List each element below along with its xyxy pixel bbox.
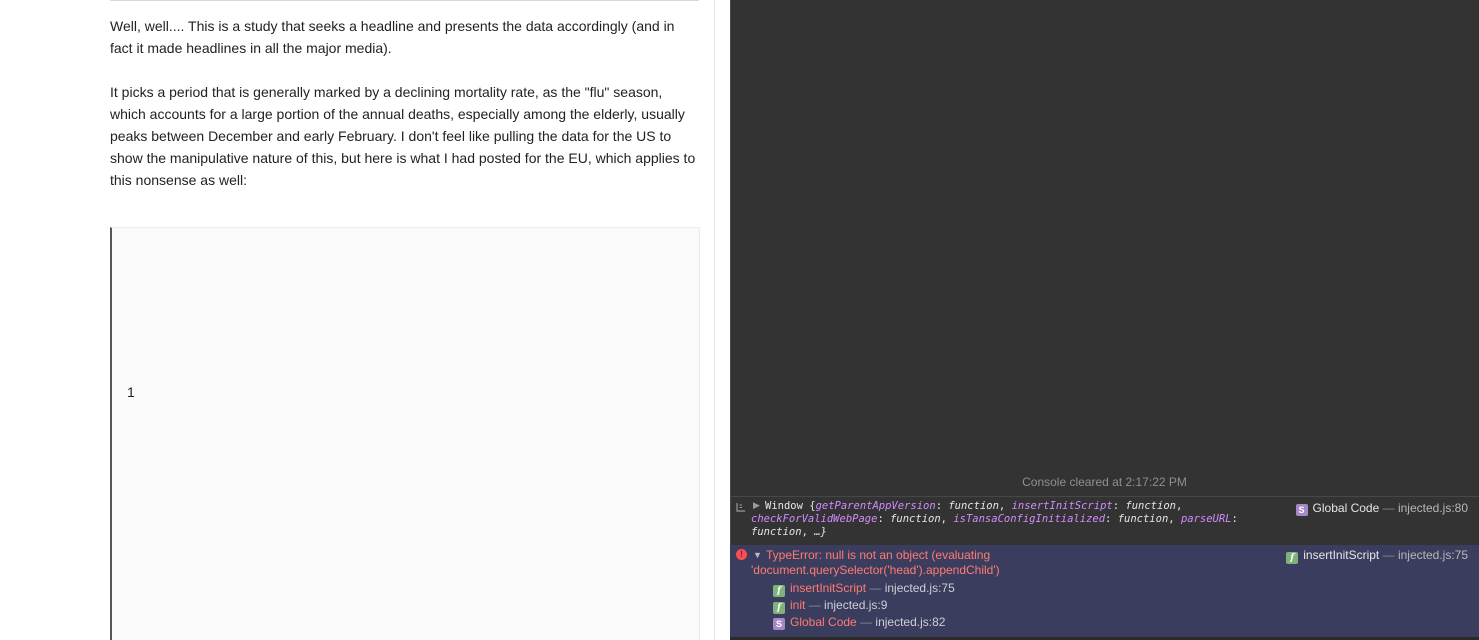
source-location: injected.js:80 <box>1397 501 1468 515</box>
devtools-panel: Console cleared at 2:17:22 PM ▶ Window {… <box>715 0 1479 640</box>
frame-location: injected.js:75 <box>884 581 955 595</box>
function-icon: f <box>773 585 785 597</box>
log-prop-name: insertInitScript <box>1011 500 1113 512</box>
log-prop-value: function <box>751 526 802 538</box>
log-prop-value: function <box>890 513 941 525</box>
console-cleared-message: Console cleared at 2:17:22 PM <box>1022 475 1187 489</box>
console-area: Console cleared at 2:17:22 PM ▶ Window {… <box>730 0 1479 640</box>
frame-location: injected.js:9 <box>824 598 888 612</box>
article-paragraph-2: It picks a period that is generally mark… <box>110 84 696 188</box>
source-separator: — <box>1382 548 1395 562</box>
console-edge <box>730 0 731 640</box>
source-name: Global Code <box>1312 501 1380 515</box>
source-name: insertInitScript <box>1303 548 1380 562</box>
frame-location: injected.js:82 <box>875 615 946 629</box>
top-divider <box>110 0 699 1</box>
log-output-icon <box>736 503 745 512</box>
stack-frame[interactable]: f init — injected.js:9 <box>773 598 887 614</box>
console-error-entry[interactable]: ! ▼ TypeError: null is not an object (ev… <box>730 545 1479 640</box>
article-paragraph-1: Well, well.... This is a study that seek… <box>110 18 675 56</box>
log-prop-value: function <box>1117 513 1169 525</box>
frame-separator: — <box>808 598 821 612</box>
stack-frame[interactable]: f insertInitScript — injected.js:75 <box>773 581 955 597</box>
frame-separator: — <box>860 615 873 629</box>
frame-name: Global Code <box>790 615 857 629</box>
embedded-quote-block[interactable]: 1 <box>110 227 700 640</box>
window-object-log: Window {getParentAppVersion: function, i… <box>751 500 1238 538</box>
source-separator: — <box>1382 501 1395 515</box>
log-prop-name: parseURL <box>1180 513 1232 525</box>
log-prefix: Window { <box>765 500 816 512</box>
frame-name: insertInitScript <box>790 581 867 595</box>
console-log-entry[interactable]: ▶ Window {getParentAppVersion: function,… <box>730 496 1479 544</box>
embed-line-number: 1 <box>127 384 135 400</box>
global-code-icon: S <box>773 618 785 630</box>
global-code-icon: S <box>1295 504 1308 516</box>
log-source-link[interactable]: S Global Code — injected.js:80 <box>1295 501 1468 516</box>
error-source-link[interactable]: f insertInitScript — injected.js:75 <box>1286 548 1468 564</box>
error-icon: ! <box>736 549 747 560</box>
log-prop-name: isTansaConfigInitialized <box>953 513 1106 525</box>
web-page: Well, well.... This is a study that seek… <box>0 0 715 640</box>
frame-name: init <box>790 598 806 612</box>
frame-separator: — <box>869 581 882 595</box>
error-message: TypeError: null is not an object (evalua… <box>751 548 1000 577</box>
log-prop-name: checkForValidWebPage <box>751 513 878 525</box>
source-location: injected.js:75 <box>1397 548 1468 562</box>
function-icon: f <box>773 602 785 614</box>
log-prop-name: getParentAppVersion <box>815 500 936 512</box>
log-prop-value: function <box>948 500 999 512</box>
log-prop-value: function <box>1125 500 1176 512</box>
log-suffix: …} <box>814 526 827 538</box>
function-icon: f <box>1286 552 1299 564</box>
stack-frame[interactable]: S Global Code — injected.js:82 <box>773 615 945 630</box>
